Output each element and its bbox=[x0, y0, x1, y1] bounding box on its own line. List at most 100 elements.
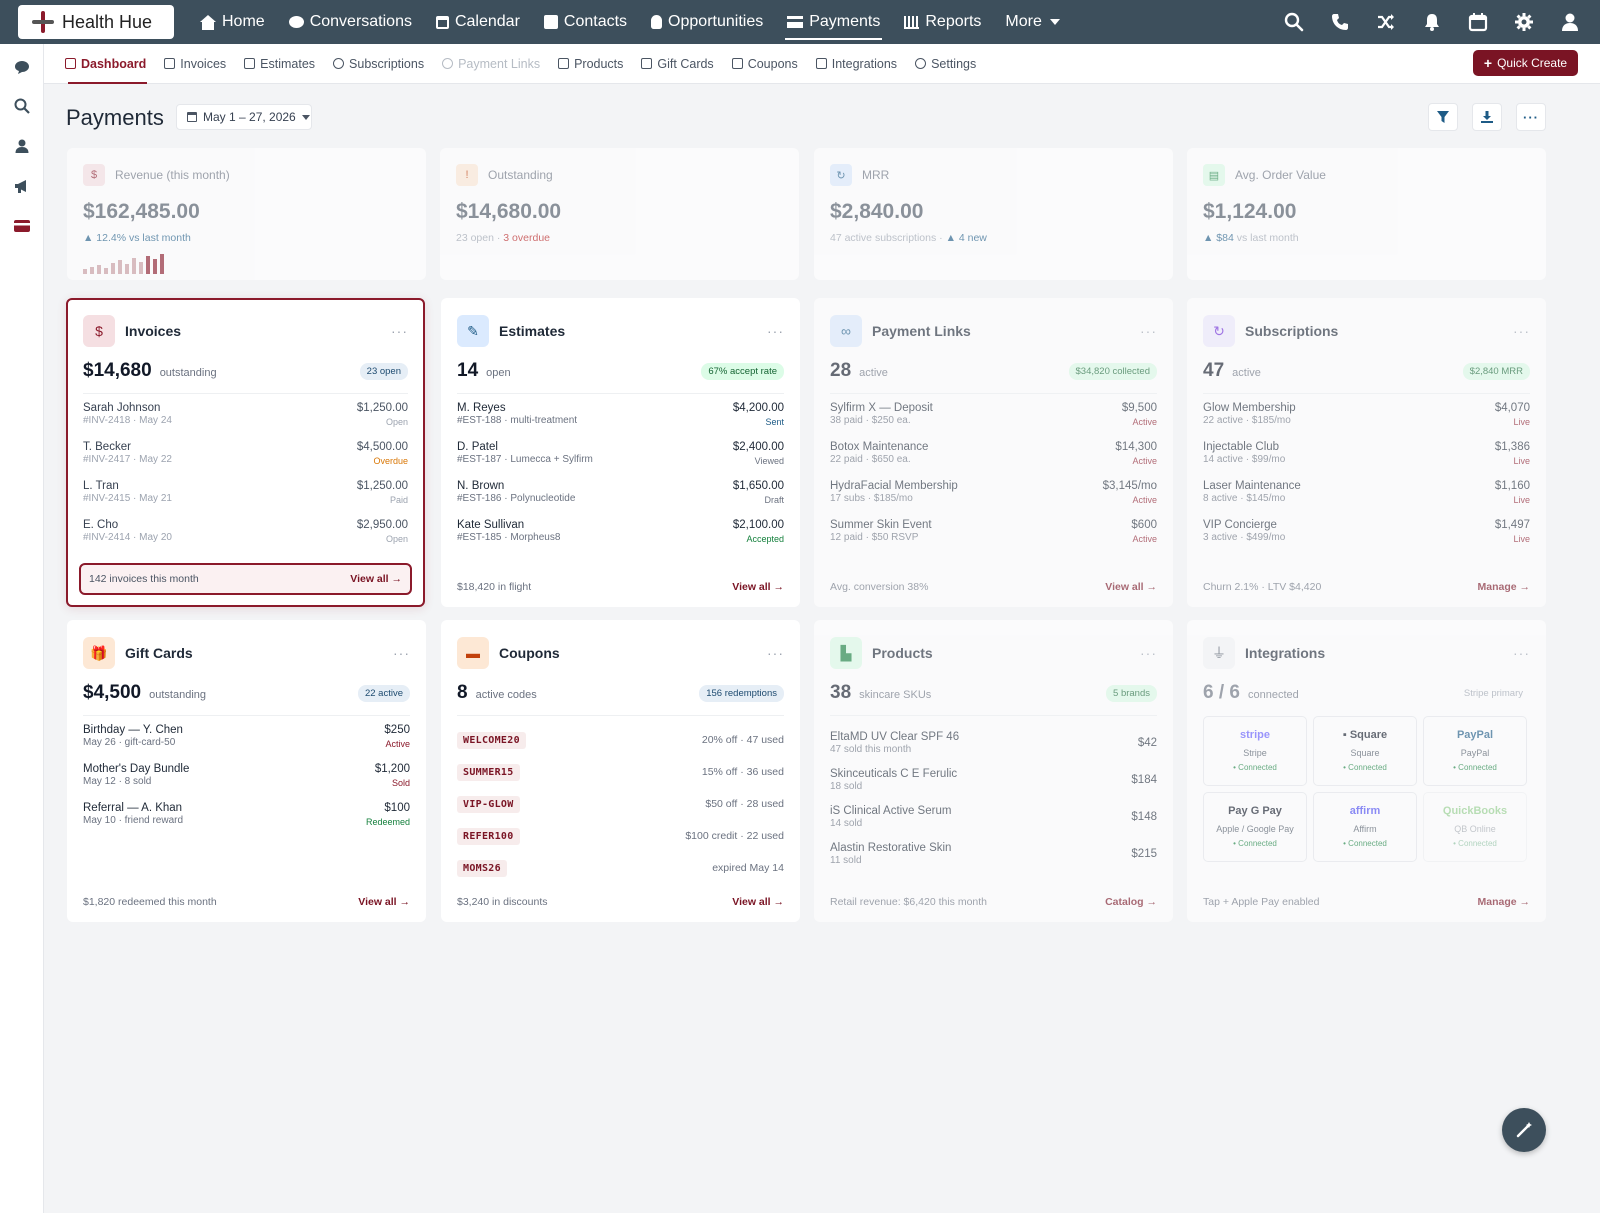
ellipsis-icon[interactable]: ··· bbox=[767, 323, 784, 339]
bell-icon[interactable] bbox=[1422, 12, 1442, 32]
integration-tile[interactable]: PayPal PayPal • Connected bbox=[1423, 716, 1527, 786]
integration-tile[interactable]: stripe Stripe • Connected bbox=[1203, 716, 1307, 786]
catalog-link[interactable]: Catalog → bbox=[1105, 896, 1157, 908]
product-row[interactable]: EltaMD UV Clear SPF 46 47 sold this month… bbox=[830, 724, 1157, 761]
megaphone-icon[interactable] bbox=[13, 177, 31, 195]
search-icon[interactable] bbox=[1284, 12, 1304, 32]
payments-card-icon[interactable] bbox=[13, 217, 31, 235]
integration-tile[interactable]: QuickBooks QB Online • Connected bbox=[1423, 792, 1527, 862]
more-options-button[interactable]: ··· bbox=[1516, 103, 1546, 131]
list-item[interactable]: Glow Membership 22 active · $185/mo $4,070… bbox=[1203, 402, 1530, 441]
list-item[interactable]: T. Becker #INV-2417 · May 22 $4,500.00 Over… bbox=[83, 441, 408, 480]
download-button[interactable] bbox=[1472, 103, 1502, 131]
date-range-picker[interactable]: May 1 – 27, 2026 bbox=[176, 104, 312, 130]
tab-dashboard[interactable]: Dashboard bbox=[56, 44, 155, 84]
tab-settings[interactable]: Settings bbox=[906, 44, 985, 84]
products-card[interactable]: ▙ Products ··· 38 skincare SKUs 5 brands… bbox=[814, 620, 1173, 922]
ellipsis-icon[interactable]: ··· bbox=[767, 645, 784, 661]
list-item[interactable]: Kate Sullivan #EST-185 · Morpheus8 $2,100.… bbox=[457, 519, 784, 558]
coupon-row[interactable]: REFER100 $100 credit · 22 used bbox=[457, 820, 784, 852]
shuffle-icon[interactable] bbox=[1376, 12, 1396, 32]
list-item[interactable]: Birthday — Y. Chen May 26 · gift-card-50 $… bbox=[83, 724, 410, 763]
list-item[interactable]: Mother's Day Bundle May 12 · 8 sold $1,200… bbox=[83, 763, 410, 802]
tab-gift-cards[interactable]: Gift Cards bbox=[632, 44, 722, 84]
subscriptions-card[interactable]: ↻ Subscriptions ··· 47 active $2,840 MRR… bbox=[1187, 298, 1546, 607]
product-row[interactable]: Alastin Restorative Skin 11 sold $215 bbox=[830, 835, 1157, 872]
invoices-footer[interactable]: 142 invoices this month View all → bbox=[79, 563, 412, 595]
view-all-link[interactable]: View all → bbox=[358, 896, 410, 908]
nav-opportunities[interactable]: Opportunities bbox=[639, 0, 775, 44]
row-name: D. Patel bbox=[457, 441, 498, 453]
list-item[interactable]: Summer Skin Event 12 paid · $50 RSVP $600 A… bbox=[830, 519, 1157, 558]
magic-wand-icon bbox=[1516, 1122, 1532, 1138]
brand-logo[interactable]: Health Hue bbox=[18, 5, 174, 39]
search-icon[interactable] bbox=[13, 97, 31, 115]
coupon-row[interactable]: VIP-GLOW $50 off · 28 used bbox=[457, 788, 784, 820]
payment-links-card[interactable]: ∞ Payment Links ··· 28 active $34,820 co… bbox=[814, 298, 1173, 607]
nav-conversations[interactable]: Conversations bbox=[277, 0, 424, 44]
nav-more[interactable]: More bbox=[993, 0, 1071, 44]
manage-link[interactable]: Manage → bbox=[1477, 581, 1530, 593]
list-item[interactable]: E. Cho #INV-2414 · May 20 $2,950.00 Open bbox=[83, 519, 408, 558]
coupon-row[interactable]: WELCOME20 20% off · 47 used bbox=[457, 724, 784, 756]
user-icon[interactable] bbox=[13, 137, 31, 155]
list-item[interactable]: Botox Maintenance 22 paid · $650 ea. $14,3… bbox=[830, 441, 1157, 480]
view-all-link[interactable]: View all → bbox=[350, 573, 402, 585]
integration-tile[interactable]: ▪ Square Square • Connected bbox=[1313, 716, 1417, 786]
tab-payment-links[interactable]: Payment Links bbox=[433, 44, 549, 84]
ellipsis-icon[interactable]: ··· bbox=[1140, 323, 1157, 339]
magic-wand-button[interactable] bbox=[1502, 1108, 1546, 1152]
coupon-row[interactable]: MOMS26 expired May 14 bbox=[457, 852, 784, 884]
stat-new: ▲ 4 new bbox=[945, 232, 987, 244]
view-all-link[interactable]: View all → bbox=[1105, 581, 1157, 593]
product-row[interactable]: iS Clinical Active Serum 14 sold $148 bbox=[830, 798, 1157, 835]
tab-integrations[interactable]: Integrations bbox=[807, 44, 906, 84]
ellipsis-icon[interactable]: ··· bbox=[1140, 645, 1157, 661]
calendar-icon[interactable] bbox=[1468, 12, 1488, 32]
tab-estimates[interactable]: Estimates bbox=[235, 44, 324, 84]
nav-contacts[interactable]: Contacts bbox=[532, 0, 639, 44]
list-item[interactable]: VIP Concierge 3 active · $499/mo $1,497 Liv… bbox=[1203, 519, 1530, 558]
list-item[interactable]: Sarah Johnson #INV-2418 · May 24 $1,250.00… bbox=[83, 402, 408, 441]
list-item[interactable]: Sylfirm X — Deposit 38 paid · $250 ea. $9,… bbox=[830, 402, 1157, 441]
chat-icon[interactable] bbox=[13, 58, 31, 76]
view-all-link[interactable]: View all → bbox=[732, 896, 784, 908]
nav-home[interactable]: Home bbox=[188, 0, 277, 44]
list-item[interactable]: N. Brown #EST-186 · Polynucleotide $1,650.… bbox=[457, 480, 784, 519]
list-item[interactable]: Injectable Club 14 active · $99/mo $1,386 L… bbox=[1203, 441, 1530, 480]
gear-icon[interactable] bbox=[1514, 12, 1534, 32]
ellipsis-icon[interactable]: ··· bbox=[1513, 645, 1530, 661]
nav-payments[interactable]: Payments bbox=[775, 0, 892, 44]
coupon-row[interactable]: SUMMER15 15% off · 36 used bbox=[457, 756, 784, 788]
tab-invoices[interactable]: Invoices bbox=[155, 44, 235, 84]
ellipsis-icon[interactable]: ··· bbox=[393, 645, 410, 661]
integration-status: • Connected bbox=[1453, 763, 1497, 772]
list-item[interactable]: HydraFacial Membership 17 subs · $185/mo $… bbox=[830, 480, 1157, 519]
manage-link[interactable]: Manage → bbox=[1477, 896, 1530, 908]
coupons-card[interactable]: ▬ Coupons ··· 8 active codes 156 redempt… bbox=[441, 620, 800, 922]
integration-tile[interactable]: Pay G Pay Apple / Google Pay • Connected bbox=[1203, 792, 1307, 862]
tab-subscriptions[interactable]: Subscriptions bbox=[324, 44, 433, 84]
quick-create-button[interactable]: + Quick Create bbox=[1473, 50, 1578, 76]
list-item[interactable]: Referral — A. Khan May 10 · friend reward… bbox=[83, 802, 410, 841]
ellipsis-icon[interactable]: ··· bbox=[1513, 323, 1530, 339]
gift-cards-card[interactable]: 🎁 Gift Cards ··· $4,500 outstanding 22 a… bbox=[67, 620, 426, 922]
ellipsis-icon[interactable]: ··· bbox=[391, 323, 408, 339]
list-item[interactable]: M. Reyes #EST-188 · multi-treatment $4,200… bbox=[457, 402, 784, 441]
estimates-card[interactable]: ✎ Estimates ··· 14 open 67% accept rate … bbox=[441, 298, 800, 607]
integration-tile[interactable]: affirm Affirm • Connected bbox=[1313, 792, 1417, 862]
tab-coupons[interactable]: Coupons bbox=[723, 44, 807, 84]
integrations-card[interactable]: ⏚ Integrations ··· 6 / 6 connected Strip… bbox=[1187, 620, 1546, 922]
list-item[interactable]: Laser Maintenance 8 active · $145/mo $1,16… bbox=[1203, 480, 1530, 519]
phone-icon[interactable] bbox=[1330, 12, 1350, 32]
nav-calendar[interactable]: Calendar bbox=[424, 0, 532, 44]
filter-button[interactable] bbox=[1428, 103, 1458, 131]
nav-reports[interactable]: Reports bbox=[892, 0, 993, 44]
list-item[interactable]: L. Tran #INV-2415 · May 21 $1,250.00 Paid bbox=[83, 480, 408, 519]
user-profile-icon[interactable] bbox=[1560, 12, 1580, 32]
invoices-card[interactable]: $ Invoices ··· $14,680 outstanding 23 op… bbox=[66, 298, 425, 607]
view-all-link[interactable]: View all → bbox=[732, 581, 784, 593]
product-row[interactable]: Skinceuticals C E Ferulic 18 sold $184 bbox=[830, 761, 1157, 798]
list-item[interactable]: D. Patel #EST-187 · Lumecca + Sylfirm $2,4… bbox=[457, 441, 784, 480]
tab-products[interactable]: Products bbox=[549, 44, 632, 84]
